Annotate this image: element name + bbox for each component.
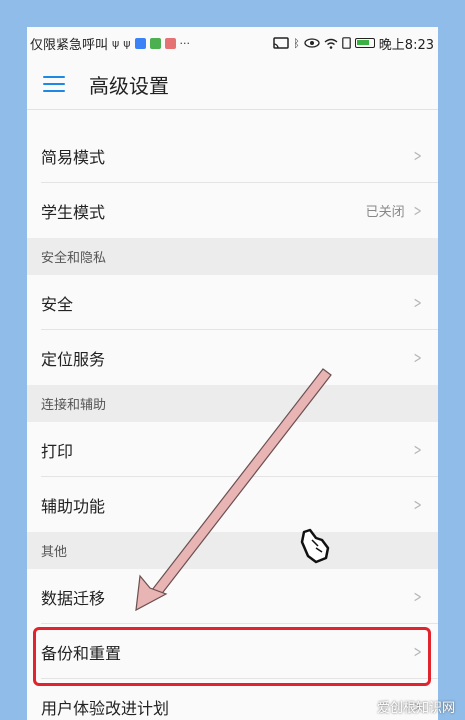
hand-cursor-icon xyxy=(300,528,330,564)
highlight-box xyxy=(33,627,431,686)
annotation-arrow xyxy=(135,368,332,612)
watermark-text: 爱创根知识网 xyxy=(376,701,455,716)
